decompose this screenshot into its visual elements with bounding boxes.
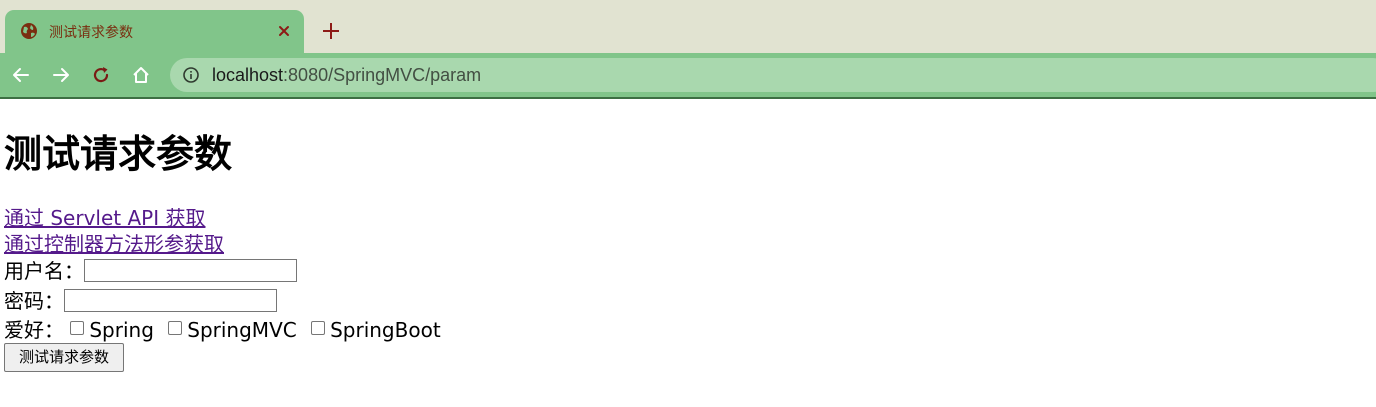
arrow-right-icon[interactable] (51, 65, 71, 85)
plus-icon[interactable] (319, 19, 343, 43)
hobby-option-spring: Spring (70, 318, 154, 342)
link-controller-params[interactable]: 通过控制器方法形参获取 (4, 232, 224, 256)
checkbox-label-springboot: SpringBoot (330, 318, 441, 342)
username-label: 用户名： (4, 259, 84, 283)
submit-button[interactable]: 测试请求参数 (4, 343, 124, 372)
page-title: 测试请求参数 (4, 132, 233, 176)
close-icon[interactable] (274, 21, 294, 41)
tab-strip: 测试请求参数 (0, 0, 1376, 53)
username-row: 用户名： (4, 258, 84, 284)
password-row: 密码： (4, 288, 64, 314)
checkbox-label-spring: Spring (89, 318, 154, 342)
globe-icon (20, 22, 38, 40)
hobby-label: 爱好： (4, 318, 64, 342)
address-bar[interactable]: localhost:8080/SpringMVC/param (170, 58, 1376, 92)
hobby-option-springmvc: SpringMVC (168, 318, 297, 342)
checkbox-springmvc[interactable] (168, 321, 183, 335)
browser-toolbar: localhost:8080/SpringMVC/param (0, 53, 1376, 99)
password-label: 密码： (4, 289, 64, 313)
checkbox-label-springmvc: SpringMVC (187, 318, 297, 342)
arrow-left-icon[interactable] (11, 65, 31, 85)
username-field[interactable] (84, 259, 297, 282)
page-content: 测试请求参数 通过 Servlet API 获取 通过控制器方法形参获取 用户名… (4, 99, 1372, 407)
checkbox-spring[interactable] (70, 321, 85, 335)
tab-title: 测试请求参数 (49, 25, 133, 41)
hobby-row: 爱好： Spring SpringMVC SpringBoot (4, 317, 449, 343)
browser-tab[interactable]: 测试请求参数 (5, 10, 304, 53)
password-field[interactable] (64, 289, 277, 312)
checkbox-springboot[interactable] (311, 321, 326, 335)
url-text: localhost:8080/SpringMVC/param (212, 65, 481, 86)
url-path: :8080/SpringMVC/param (283, 65, 482, 85)
info-icon[interactable] (182, 66, 200, 84)
home-icon[interactable] (131, 65, 151, 85)
reload-icon[interactable] (91, 65, 111, 85)
hobby-option-springboot: SpringBoot (311, 318, 441, 342)
link-servlet-api[interactable]: 通过 Servlet API 获取 (4, 206, 205, 230)
url-host: localhost (212, 65, 284, 85)
